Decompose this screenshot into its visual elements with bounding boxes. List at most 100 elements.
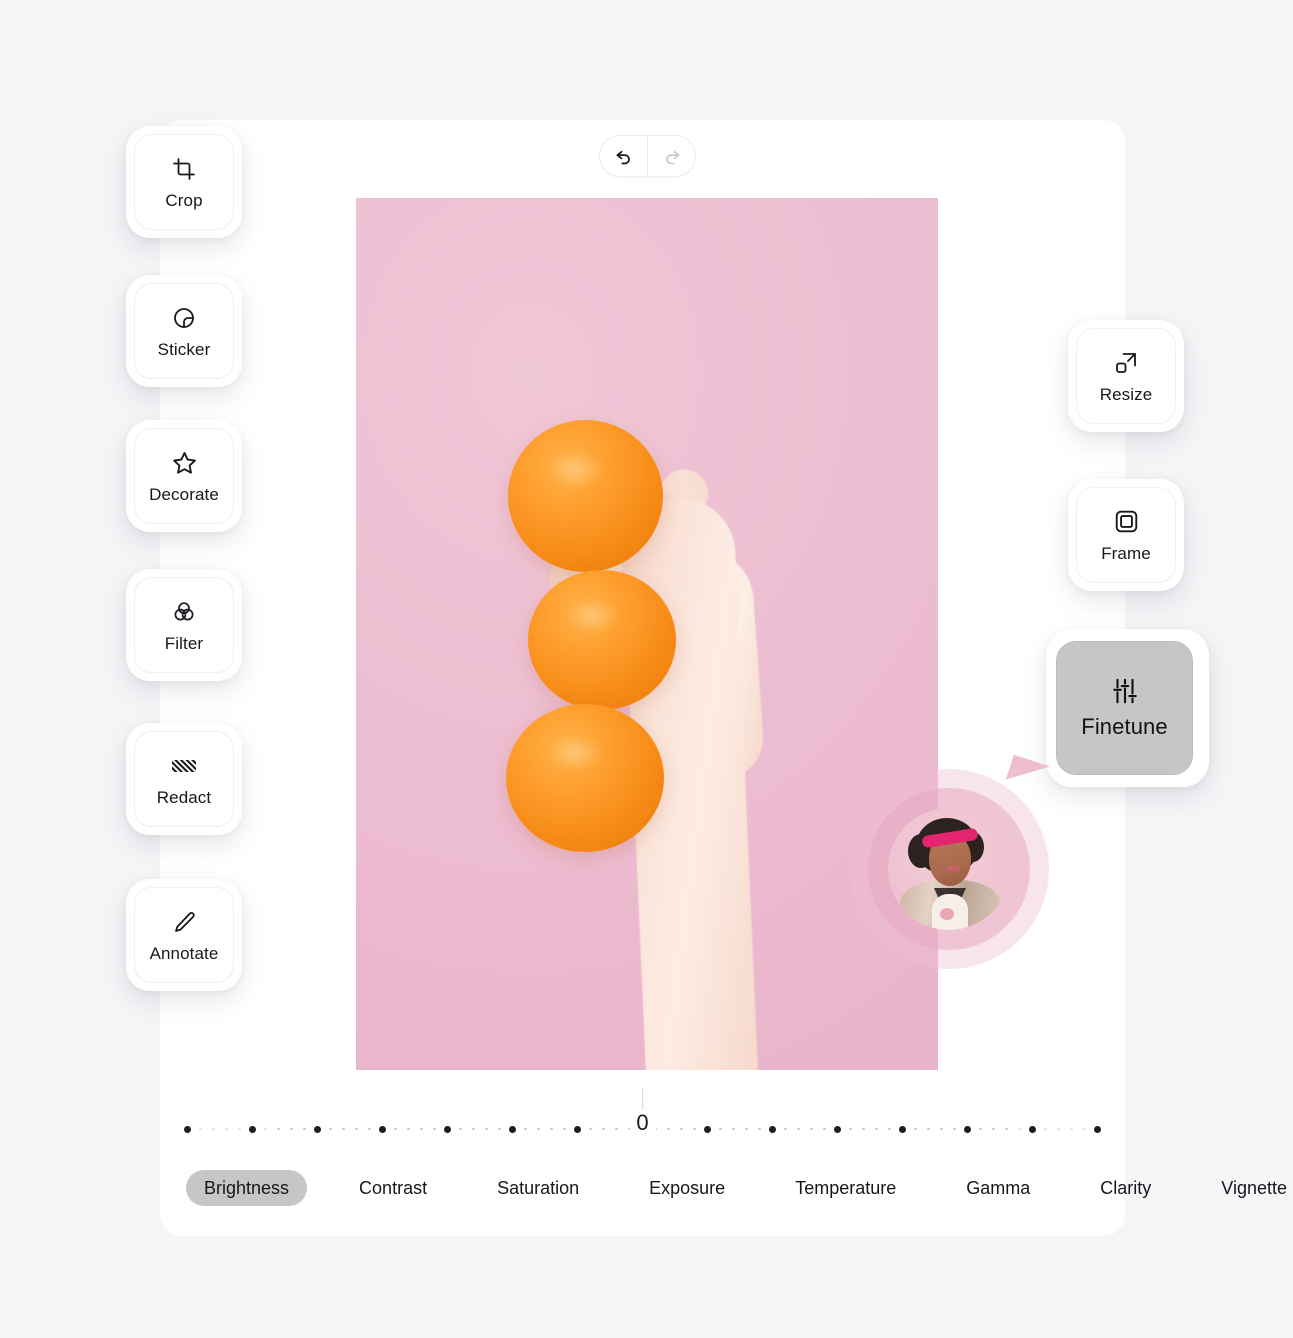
redo-button[interactable]	[648, 136, 695, 176]
slider-minor-tick[interactable]	[844, 1124, 857, 1134]
slider-minor-tick[interactable]	[1000, 1124, 1013, 1134]
slider-minor-tick[interactable]	[1078, 1124, 1091, 1134]
slider-major-tick[interactable]	[441, 1124, 454, 1134]
adjustment-tab-clarity[interactable]: Clarity	[1082, 1170, 1169, 1206]
tool-button-crop[interactable]: Crop	[134, 134, 234, 230]
slider-minor-tick[interactable]	[454, 1124, 467, 1134]
slider-minor-tick[interactable]	[480, 1124, 493, 1134]
slider-minor-tick[interactable]	[350, 1124, 363, 1134]
slider-minor-tick[interactable]	[467, 1124, 480, 1134]
slider-minor-tick[interactable]	[935, 1124, 948, 1134]
tool-button-finetune[interactable]: Finetune	[1056, 641, 1193, 775]
slider-minor-tick[interactable]	[519, 1124, 532, 1134]
slider-minor-tick[interactable]	[1039, 1124, 1052, 1134]
slider-minor-tick[interactable]	[1052, 1124, 1065, 1134]
slider-minor-tick[interactable]	[675, 1124, 688, 1134]
slider-minor-tick[interactable]	[194, 1124, 207, 1134]
slider-minor-tick[interactable]	[727, 1124, 740, 1134]
slider-minor-tick[interactable]	[740, 1124, 753, 1134]
slider-minor-tick[interactable]	[389, 1124, 402, 1134]
image-canvas[interactable]	[356, 198, 938, 1070]
slider-minor-tick[interactable]	[402, 1124, 415, 1134]
slider-major-tick[interactable]	[896, 1124, 909, 1134]
slider-minor-tick[interactable]	[493, 1124, 506, 1134]
slider-minor-tick[interactable]	[324, 1124, 337, 1134]
slider-minor-tick[interactable]	[584, 1124, 597, 1134]
slider-minor-tick[interactable]	[532, 1124, 545, 1134]
adjustment-tab-exposure[interactable]: Exposure	[631, 1170, 743, 1206]
slider-major-tick[interactable]	[766, 1124, 779, 1134]
slider-minor-tick[interactable]	[922, 1124, 935, 1134]
tool-button-resize[interactable]: Resize	[1076, 328, 1176, 424]
tool-button-decorate[interactable]: Decorate	[134, 428, 234, 524]
slider-minor-tick[interactable]	[207, 1124, 220, 1134]
slider-major-tick[interactable]	[311, 1124, 324, 1134]
adjustment-tab-vignette[interactable]: Vignette	[1203, 1170, 1293, 1206]
slider-major-tick[interactable]	[701, 1124, 714, 1134]
undo-button[interactable]	[600, 136, 648, 176]
star-icon	[172, 450, 197, 476]
filter-circles-icon	[172, 599, 196, 625]
slider-minor-tick[interactable]	[818, 1124, 831, 1134]
adjustment-tab-contrast[interactable]: Contrast	[341, 1170, 445, 1206]
avatar-lips	[946, 866, 960, 871]
tool-button-redact[interactable]: Redact	[134, 731, 234, 827]
slider-minor-tick[interactable]	[987, 1124, 1000, 1134]
slider-minor-tick[interactable]	[259, 1124, 272, 1134]
adjustment-tab-brightness[interactable]: Brightness	[186, 1170, 308, 1206]
slider-minor-tick[interactable]	[753, 1124, 766, 1134]
slider-minor-tick[interactable]	[792, 1124, 805, 1134]
tool-button-annotate[interactable]: Annotate	[134, 887, 234, 983]
slider-major-tick[interactable]	[961, 1124, 974, 1134]
slider-minor-tick[interactable]	[597, 1124, 610, 1134]
slider-minor-tick[interactable]	[909, 1124, 922, 1134]
slider-minor-tick[interactable]	[545, 1124, 558, 1134]
orange-fruit	[508, 420, 663, 572]
slider-major-tick[interactable]	[571, 1124, 584, 1134]
slider-minor-tick[interactable]	[870, 1124, 883, 1134]
slider-minor-tick[interactable]	[363, 1124, 376, 1134]
slider-major-tick[interactable]	[1026, 1124, 1039, 1134]
tool-label: Decorate	[149, 484, 219, 504]
slider-minor-tick[interactable]	[220, 1124, 233, 1134]
slider-minor-tick[interactable]	[805, 1124, 818, 1134]
adjustment-tab-temperature[interactable]: Temperature	[777, 1170, 914, 1206]
tool-button-sticker[interactable]: Sticker	[134, 283, 234, 379]
slider-minor-tick[interactable]	[272, 1124, 285, 1134]
slider-minor-tick[interactable]	[948, 1124, 961, 1134]
slider-minor-tick[interactable]	[298, 1124, 311, 1134]
slider-major-tick[interactable]	[506, 1124, 519, 1134]
slider-minor-tick[interactable]	[779, 1124, 792, 1134]
slider-minor-tick[interactable]	[974, 1124, 987, 1134]
slider-minor-tick[interactable]	[558, 1124, 571, 1134]
slider-major-tick[interactable]	[376, 1124, 389, 1134]
slider-major-tick[interactable]	[246, 1124, 259, 1134]
editor-screen: Crop Sticker Decorate Filter Redact Anno…	[0, 0, 1293, 1338]
slider-minor-tick[interactable]	[1013, 1124, 1026, 1134]
slider-minor-tick[interactable]	[415, 1124, 428, 1134]
slider-minor-tick[interactable]	[857, 1124, 870, 1134]
slider-minor-tick[interactable]	[714, 1124, 727, 1134]
tool-button-filter[interactable]: Filter	[134, 577, 234, 673]
slider-minor-tick[interactable]	[883, 1124, 896, 1134]
adjustment-tab-saturation[interactable]: Saturation	[479, 1170, 597, 1206]
slider-minor-tick[interactable]	[662, 1124, 675, 1134]
tool-button-frame[interactable]: Frame	[1076, 487, 1176, 583]
slider-major-tick[interactable]	[1091, 1124, 1104, 1134]
slider-minor-tick[interactable]	[610, 1124, 623, 1134]
slider-minor-tick[interactable]	[1065, 1124, 1078, 1134]
slider-minor-tick[interactable]	[428, 1124, 441, 1134]
adjustment-tab-gamma[interactable]: Gamma	[948, 1170, 1048, 1206]
tool-label: Finetune	[1081, 714, 1168, 739]
slider-major-tick[interactable]	[831, 1124, 844, 1134]
slider-minor-tick[interactable]	[337, 1124, 350, 1134]
frame-square-icon	[1114, 509, 1139, 535]
slider-minor-tick[interactable]	[285, 1124, 298, 1134]
slider-minor-tick[interactable]	[688, 1124, 701, 1134]
slider-minor-tick[interactable]	[233, 1124, 246, 1134]
collaborator-avatar-ring[interactable]	[849, 769, 1049, 969]
slider-major-tick[interactable]	[181, 1124, 194, 1134]
tool-label: Resize	[1099, 384, 1153, 404]
tool-label: Sticker	[157, 339, 211, 359]
adjustment-slider[interactable]: 0	[160, 1088, 1125, 1150]
